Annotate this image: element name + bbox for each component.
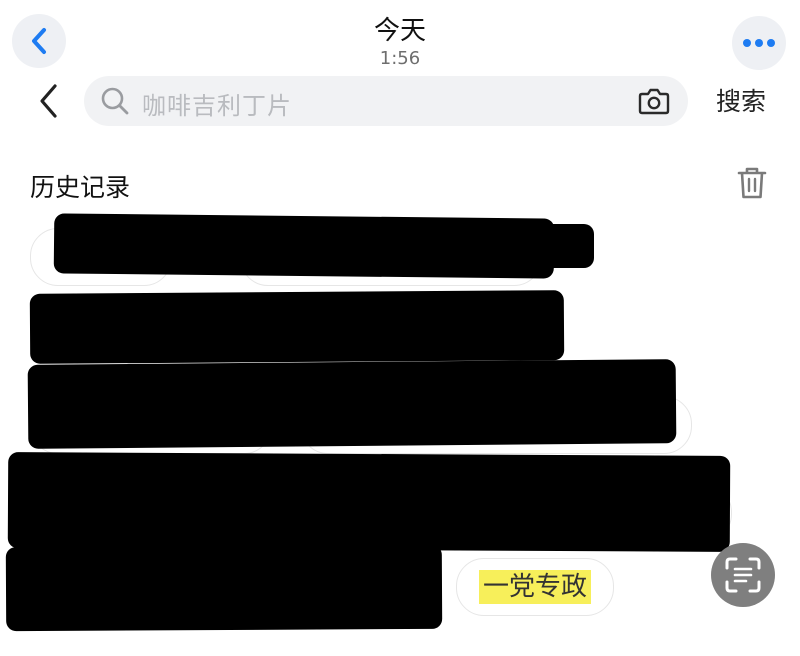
camera-icon[interactable] [638, 86, 670, 116]
more-horizontal-icon [743, 39, 775, 47]
history-title: 历史记录 [30, 173, 131, 202]
trash-icon [737, 167, 767, 199]
search-back-button[interactable] [30, 80, 66, 122]
scan-text-button[interactable] [711, 543, 775, 607]
top-bar: 今天 1:56 [0, 0, 800, 74]
redaction-mark [530, 224, 594, 268]
history-chip[interactable]: 一党专政 [456, 558, 614, 616]
chevron-left-icon [40, 84, 57, 118]
redaction-mark [29, 290, 565, 364]
search-row: 咖啡吉利丁片 搜索 [0, 76, 800, 132]
redaction-mark [53, 213, 555, 279]
search-icon [101, 87, 129, 115]
history-chip-label: 一党专政 [478, 570, 591, 604]
search-input[interactable]: 咖啡吉利丁片 [84, 76, 688, 126]
page-title: 今天 [373, 16, 426, 46]
search-button[interactable]: 搜索 [716, 82, 766, 118]
redaction-mark [5, 544, 443, 632]
redaction-mark [7, 452, 731, 552]
more-button[interactable] [732, 16, 786, 70]
page-subtitle: 1:56 [379, 48, 421, 69]
search-placeholder: 咖啡吉利丁片 [142, 92, 292, 120]
clear-history-button[interactable] [736, 166, 768, 204]
scan-text-icon [725, 557, 761, 593]
redaction-mark [27, 359, 677, 449]
